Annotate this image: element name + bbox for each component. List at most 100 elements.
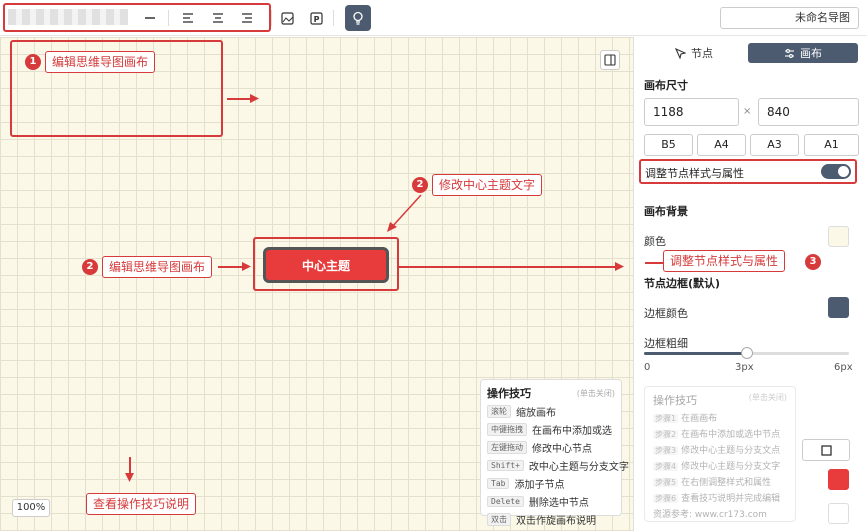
- text-color-swatch[interactable]: [828, 503, 849, 524]
- border-width-label: 边框粗细: [644, 337, 688, 350]
- toolbar-divider: [333, 10, 334, 26]
- tip-text: 双击作旋画布说明: [516, 516, 596, 527]
- square-icon: [820, 444, 832, 456]
- top-toolbar: P 未命名导图: [0, 0, 867, 36]
- ghost-tip-row: 步骤1 在画画布: [653, 411, 787, 424]
- adjust-style-row: 调整节点样式与属性: [639, 159, 857, 184]
- ghost-tips-footer: 资源参考: www.cr173.com: [653, 510, 767, 520]
- image-icon[interactable]: [277, 8, 297, 28]
- tip-row: 滚轮 缩放画布: [487, 404, 615, 419]
- callout-edit-center-text: 修改中心主题文字: [432, 174, 543, 196]
- tip-text: 修改中心节点: [532, 444, 592, 455]
- arrow-head: [615, 262, 624, 271]
- canvas-background-title: 画布背景: [644, 205, 688, 218]
- sliders-icon: [785, 48, 794, 58]
- tip-key: Tab: [487, 478, 510, 489]
- slider-fill: [644, 352, 747, 355]
- ghost-tip-key: 步骤5: [653, 478, 679, 487]
- app-window: P 未命名导图 1 编辑思维导图画布 2 修改中心主题文字 2 编辑思维导图画布…: [0, 0, 867, 531]
- ghost-tip-text: 在画画布: [681, 414, 718, 424]
- callout-view-tips: 查看操作技巧说明: [86, 493, 197, 515]
- annotation-arrow: [387, 194, 422, 232]
- center-node-highlight-frame: 中心主题: [253, 237, 399, 291]
- step-number-2-left: 2: [82, 259, 98, 275]
- step-number-1: 1: [25, 54, 41, 70]
- align-right-icon[interactable]: [237, 8, 257, 28]
- ghost-tip-key: 步骤4: [653, 462, 679, 471]
- tip-key: 左键拖动: [487, 441, 527, 454]
- document-title-input[interactable]: 未命名导图: [720, 7, 859, 29]
- tip-row: 左键拖动 修改中心节点: [487, 440, 615, 455]
- tip-row: Shift+ 改中心主题与分支文字: [487, 458, 629, 473]
- lightbulb-icon[interactable]: [345, 5, 371, 31]
- minus-icon[interactable]: [140, 8, 160, 28]
- canvas-width-input[interactable]: 1188: [644, 98, 739, 126]
- tip-row: Delete 删除选中节点: [487, 494, 615, 509]
- mindmap-canvas[interactable]: 1 编辑思维导图画布 2 修改中心主题文字 2 编辑思维导图画布 中心主题 查看…: [0, 37, 633, 531]
- square-shape-button[interactable]: [802, 439, 850, 461]
- tip-key: Delete: [487, 496, 524, 507]
- tips-close-hint[interactable]: (单击关闭): [577, 388, 615, 399]
- annotation-arrow: [399, 266, 619, 268]
- align-left-icon[interactable]: [178, 8, 198, 28]
- toolbar-divider: [271, 10, 272, 26]
- step-number-3: 3: [805, 254, 821, 270]
- p-icon[interactable]: P: [306, 8, 326, 28]
- ghost-tip-row: 步骤2 在画布中添加或选中节点: [653, 427, 787, 440]
- tips-title: 操作技巧: [487, 387, 531, 400]
- ghost-tip-row: 步骤6 查看技巧说明并完成编辑: [653, 491, 787, 504]
- times-sign: ×: [743, 106, 752, 117]
- ghost-tips-hint: (单击关闭): [748, 393, 787, 402]
- tab-node-label: 节点: [691, 47, 713, 60]
- tab-node[interactable]: 节点: [642, 43, 746, 63]
- ghost-tip-text: 修改中心主题与分支文字: [681, 462, 781, 472]
- size-a3-button[interactable]: A3: [750, 134, 799, 156]
- ghost-tips-list: 步骤1 在画画布 步骤2 在画布中添加或选中节点 步骤3 修改中心主题与分支文点 步骤4 修改…: [653, 411, 787, 504]
- size-a4-button[interactable]: A4: [697, 134, 746, 156]
- slider-handle[interactable]: [740, 347, 753, 359]
- style-toggle[interactable]: [821, 164, 851, 179]
- annotation-line: [645, 262, 663, 264]
- slider-mid-label: 3px: [735, 362, 754, 373]
- cursor-icon: [675, 47, 686, 59]
- tip-row: Tab 添加子节点: [487, 476, 615, 491]
- tip-text: 添加子节点: [514, 480, 565, 491]
- arrow-head: [242, 262, 251, 271]
- adjust-style-label: 调整节点样式与属性: [645, 167, 744, 180]
- background-color-swatch[interactable]: [828, 226, 849, 247]
- ghost-tip-text: 查看技巧说明并完成编辑: [681, 494, 781, 504]
- zoom-level[interactable]: 100%: [12, 499, 50, 517]
- border-color-swatch[interactable]: [828, 297, 849, 318]
- tip-row: 双击 双击作旋画布说明: [487, 512, 615, 527]
- panel-toggle-icon[interactable]: [600, 50, 620, 70]
- border-color-label: 边框颜色: [644, 307, 688, 320]
- ghost-tip-text: 修改中心主题与分支文点: [681, 446, 781, 456]
- ghost-tip-key: 步骤1: [653, 414, 679, 423]
- node-border-title: 节点边框(默认): [644, 277, 721, 290]
- fill-color-swatch[interactable]: [828, 469, 849, 490]
- tip-text: 在画布中添加或选: [532, 426, 612, 437]
- size-a1-button[interactable]: A1: [804, 134, 859, 156]
- tips-panel[interactable]: 操作技巧 (单击关闭) 滚轮 缩放画布 中键拖拽 在画布中添加或选 左键拖动 修改中心节点…: [480, 379, 629, 527]
- size-b5-button[interactable]: B5: [644, 134, 693, 156]
- tip-key: 中键拖拽: [487, 423, 527, 436]
- svg-text:P: P: [313, 15, 319, 24]
- toolbar-divider: [168, 10, 169, 26]
- tip-key: 双击: [487, 513, 511, 526]
- ghost-tip-key: 步骤3: [653, 446, 679, 455]
- align-center-icon[interactable]: [208, 8, 228, 28]
- ghost-tip-row: 步骤3 修改中心主题与分支文点: [653, 443, 787, 456]
- tip-key: 滚轮: [487, 405, 511, 418]
- tab-canvas[interactable]: 画布: [748, 43, 858, 63]
- arrow-head: [250, 94, 259, 103]
- center-topic-node[interactable]: 中心主题: [263, 247, 389, 283]
- ghost-tips-title: 操作技巧: [653, 394, 697, 407]
- callout-edit-canvas-left: 编辑思维导图画布: [102, 256, 213, 278]
- tip-text: 删除选中节点: [528, 498, 589, 509]
- border-width-slider[interactable]: [644, 347, 849, 359]
- ghost-tip-key: 步骤2: [653, 430, 679, 439]
- arrow-head: [125, 473, 134, 482]
- canvas-height-input[interactable]: 840: [758, 98, 859, 126]
- ghost-tips-panel: 操作技巧 (单击关闭) 步骤1 在画画布 步骤2 在画布中添加或选中节点 步骤3 修改中心…: [644, 386, 796, 522]
- tab-canvas-label: 画布: [800, 47, 822, 60]
